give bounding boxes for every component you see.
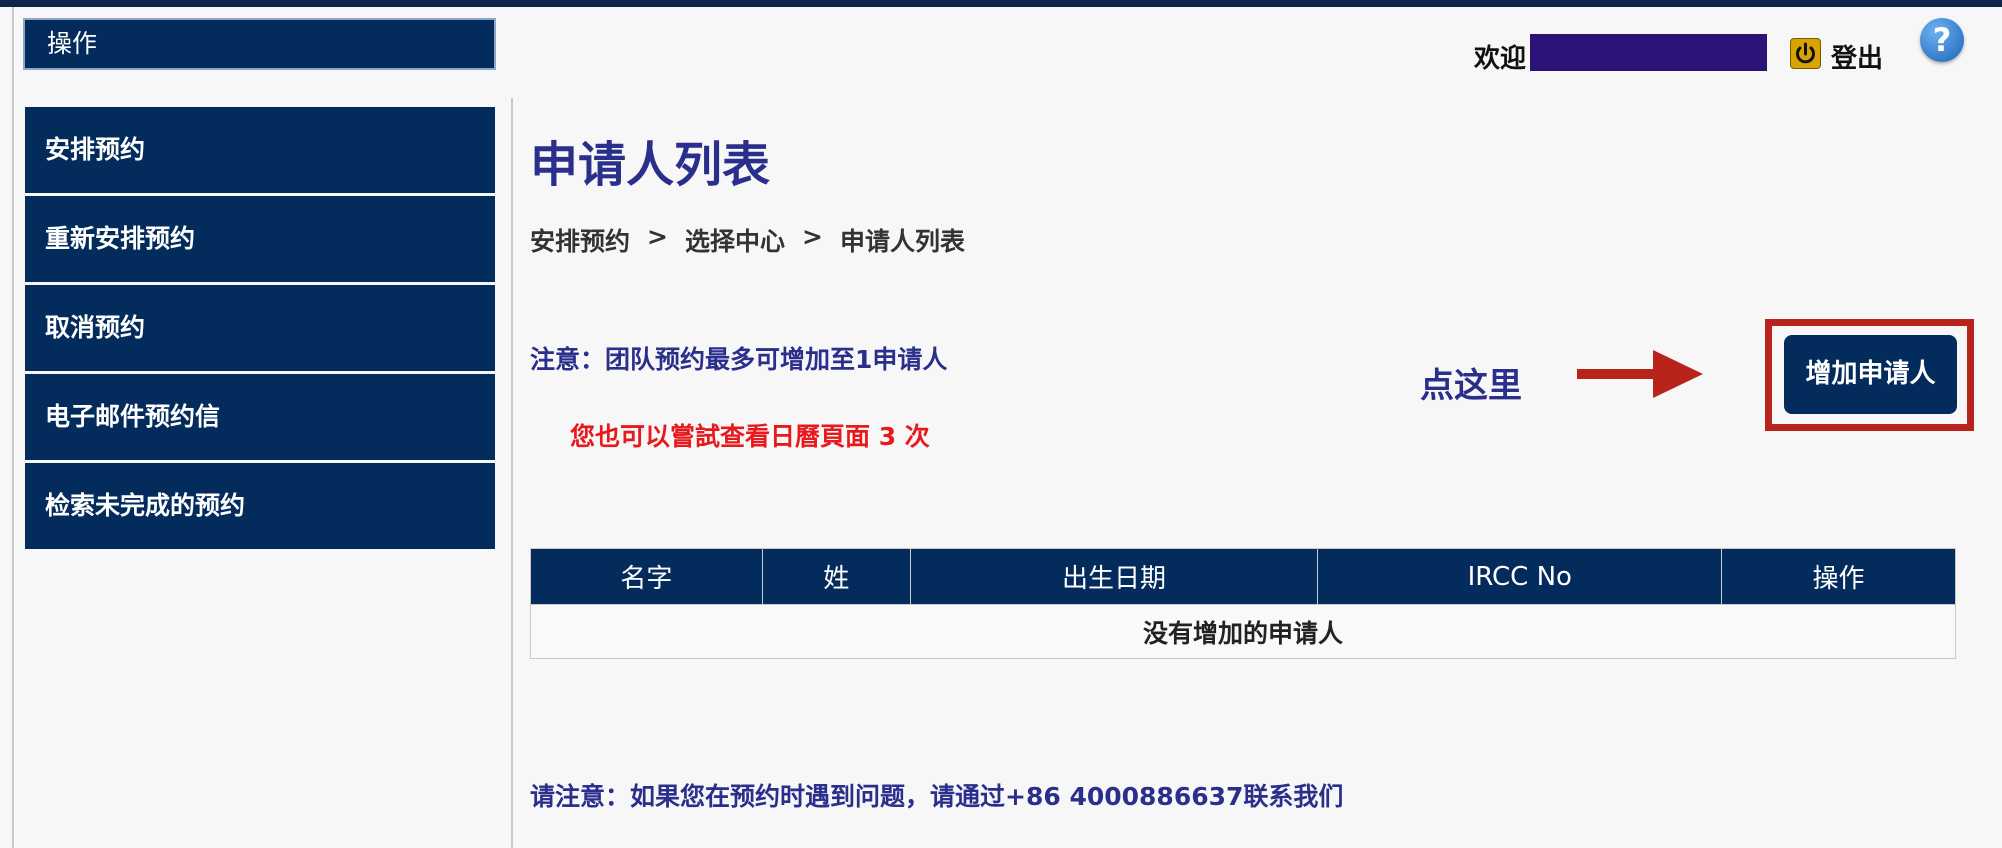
calendar-attempts-note: 您也可以嘗試查看日曆頁面 3 次 bbox=[570, 422, 930, 451]
arrow-right-icon bbox=[1577, 350, 1703, 398]
sidebar-nav: 安排预约 重新安排预约 取消预约 电子邮件预约信 检索未完成的预约 bbox=[25, 107, 495, 552]
applicants-table: 名字 姓 出生日期 IRCC No 操作 没有增加的申请人 bbox=[530, 548, 1956, 659]
welcome-label: 欢迎 bbox=[1474, 44, 1527, 74]
column-header-ircc-no: IRCC No bbox=[1317, 548, 1723, 605]
empty-table-message: 没有增加的申请人 bbox=[530, 604, 1956, 659]
page-title: 申请人列表 bbox=[530, 137, 771, 193]
help-icon[interactable]: ? bbox=[1920, 18, 1964, 62]
sidebar-item-reschedule[interactable]: 重新安排预约 bbox=[25, 196, 495, 282]
breadcrumb-item: 申请人列表 bbox=[839, 227, 965, 256]
table-row: 没有增加的申请人 bbox=[530, 604, 1956, 659]
column-header-actions: 操作 bbox=[1721, 548, 1956, 605]
sidebar-item-email-letter[interactable]: 电子邮件预约信 bbox=[25, 374, 495, 460]
power-icon[interactable] bbox=[1790, 38, 1821, 69]
breadcrumb-item: 安排预约 bbox=[530, 227, 631, 256]
column-header-last-name: 姓 bbox=[761, 548, 911, 605]
add-applicant-button[interactable]: 增加申请人 bbox=[1784, 335, 1957, 414]
sidebar-item-cancel[interactable]: 取消预约 bbox=[25, 285, 495, 371]
page-border bbox=[12, 7, 14, 848]
sidebar-header: 操作 bbox=[23, 18, 496, 70]
breadcrumb-separator: > bbox=[801, 222, 823, 251]
breadcrumb: 安排预约 > 选择中心 > 申请人列表 bbox=[530, 222, 965, 258]
column-header-birth-date: 出生日期 bbox=[909, 548, 1319, 605]
sidebar-item-schedule[interactable]: 安排预约 bbox=[25, 107, 495, 193]
group-limit-notice: 注意：团队预约最多可增加至1申请人 bbox=[530, 345, 948, 374]
username-redacted bbox=[1530, 34, 1767, 71]
logout-link[interactable]: 登出 bbox=[1831, 38, 1883, 75]
column-divider bbox=[511, 98, 513, 848]
top-bar bbox=[0, 0, 2002, 7]
annotation-label: 点这里 bbox=[1420, 366, 1522, 406]
column-header-first-name: 名字 bbox=[530, 548, 763, 605]
contact-notice: 请注意：如果您在预约时遇到问题，请通过+86 4000886637联系我们 bbox=[530, 782, 1344, 811]
breadcrumb-separator: > bbox=[647, 222, 668, 251]
breadcrumb-item: 选择中心 bbox=[684, 227, 785, 256]
table-header-row: 名字 姓 出生日期 IRCC No 操作 bbox=[530, 548, 1956, 605]
sidebar-item-retrieve-incomplete[interactable]: 检索未完成的预约 bbox=[25, 463, 495, 549]
